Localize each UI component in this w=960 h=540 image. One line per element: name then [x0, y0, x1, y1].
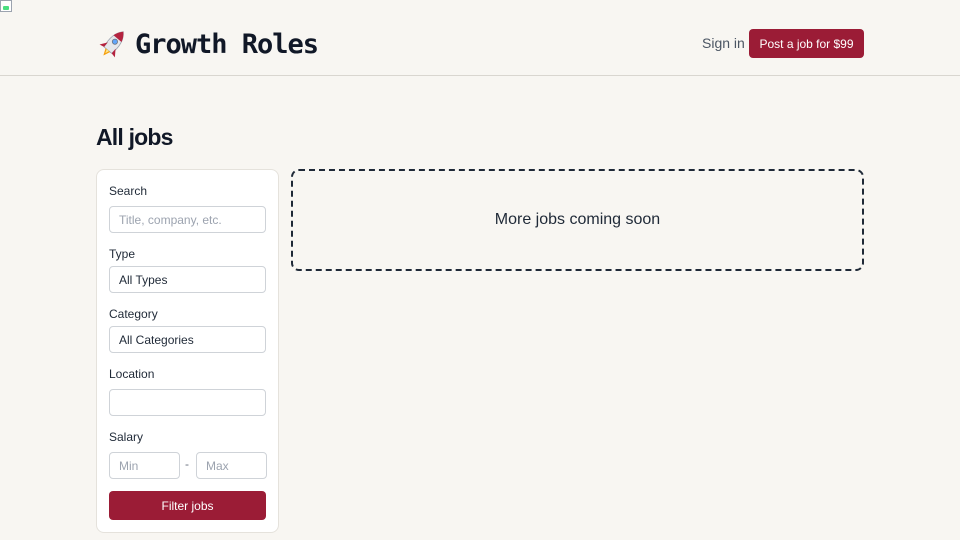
filter-panel: Search Type All Types Category All Categ… [96, 169, 279, 533]
post-job-button[interactable]: Post a job for $99 [749, 29, 864, 58]
page-title: All jobs [96, 124, 173, 150]
rocket-icon [99, 31, 124, 58]
type-select[interactable]: All Types [109, 266, 266, 293]
jobs-placeholder: More jobs coming soon [291, 169, 864, 271]
sign-in-link[interactable]: Sign in [702, 35, 745, 51]
brand-logo[interactable]: Growth Roles [97, 25, 319, 63]
salary-label: Salary [109, 430, 144, 444]
search-field[interactable] [109, 206, 266, 233]
category-select[interactable]: All Categories [109, 326, 266, 353]
search-label: Search [109, 184, 148, 198]
category-select-value: All Categories [119, 332, 194, 347]
brand-name: Growth Roles [135, 28, 319, 60]
filter-jobs-button[interactable]: Filter jobs [109, 491, 266, 520]
location-field[interactable] [109, 389, 266, 416]
salary-min-input[interactable] [119, 458, 179, 473]
location-input[interactable] [119, 395, 265, 410]
salary-min-field[interactable] [109, 452, 180, 479]
type-select-value: All Types [119, 272, 168, 287]
salary-max-input[interactable] [206, 458, 266, 473]
category-label: Category [109, 307, 158, 321]
location-label: Location [109, 367, 155, 381]
site-header: Growth Roles Sign in Post a job for $99 [0, 0, 960, 76]
type-label: Type [109, 247, 136, 261]
salary-max-field[interactable] [196, 452, 267, 479]
salary-separator: - [185, 457, 189, 471]
search-input[interactable] [119, 212, 265, 227]
coming-soon-text: More jobs coming soon [494, 211, 661, 228]
